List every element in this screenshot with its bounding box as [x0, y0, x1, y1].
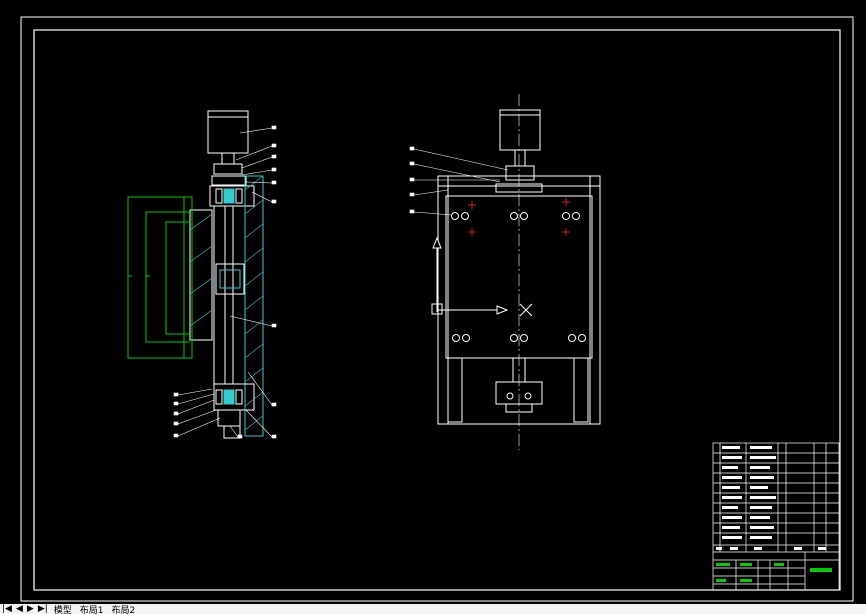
tab-layout1[interactable]: 布局1	[76, 604, 108, 614]
bolt-holes	[451, 212, 586, 400]
tab-nav-first-button[interactable]: |◀	[0, 604, 14, 614]
title-block-text-marks	[716, 446, 826, 550]
title-block-green-marks	[716, 563, 832, 582]
tab-nav-next-button[interactable]: ▶	[25, 604, 36, 614]
front-view-leaders	[409, 146, 509, 216]
tab-layout2[interactable]: 布局2	[108, 604, 140, 614]
tab-model[interactable]: 模型	[50, 604, 76, 614]
layout-tab-bar: |◀ ◀ ▶ ▶| 模型 布局1 布局2	[0, 604, 866, 614]
tab-nav-prev-button[interactable]: ◀	[14, 604, 25, 614]
green-bracket	[127, 196, 193, 359]
front-view	[431, 109, 601, 425]
side-section-view	[189, 110, 264, 439]
tab-nav-last-button[interactable]: ▶|	[36, 604, 50, 614]
cad-drawing-canvas[interactable]	[0, 0, 866, 604]
